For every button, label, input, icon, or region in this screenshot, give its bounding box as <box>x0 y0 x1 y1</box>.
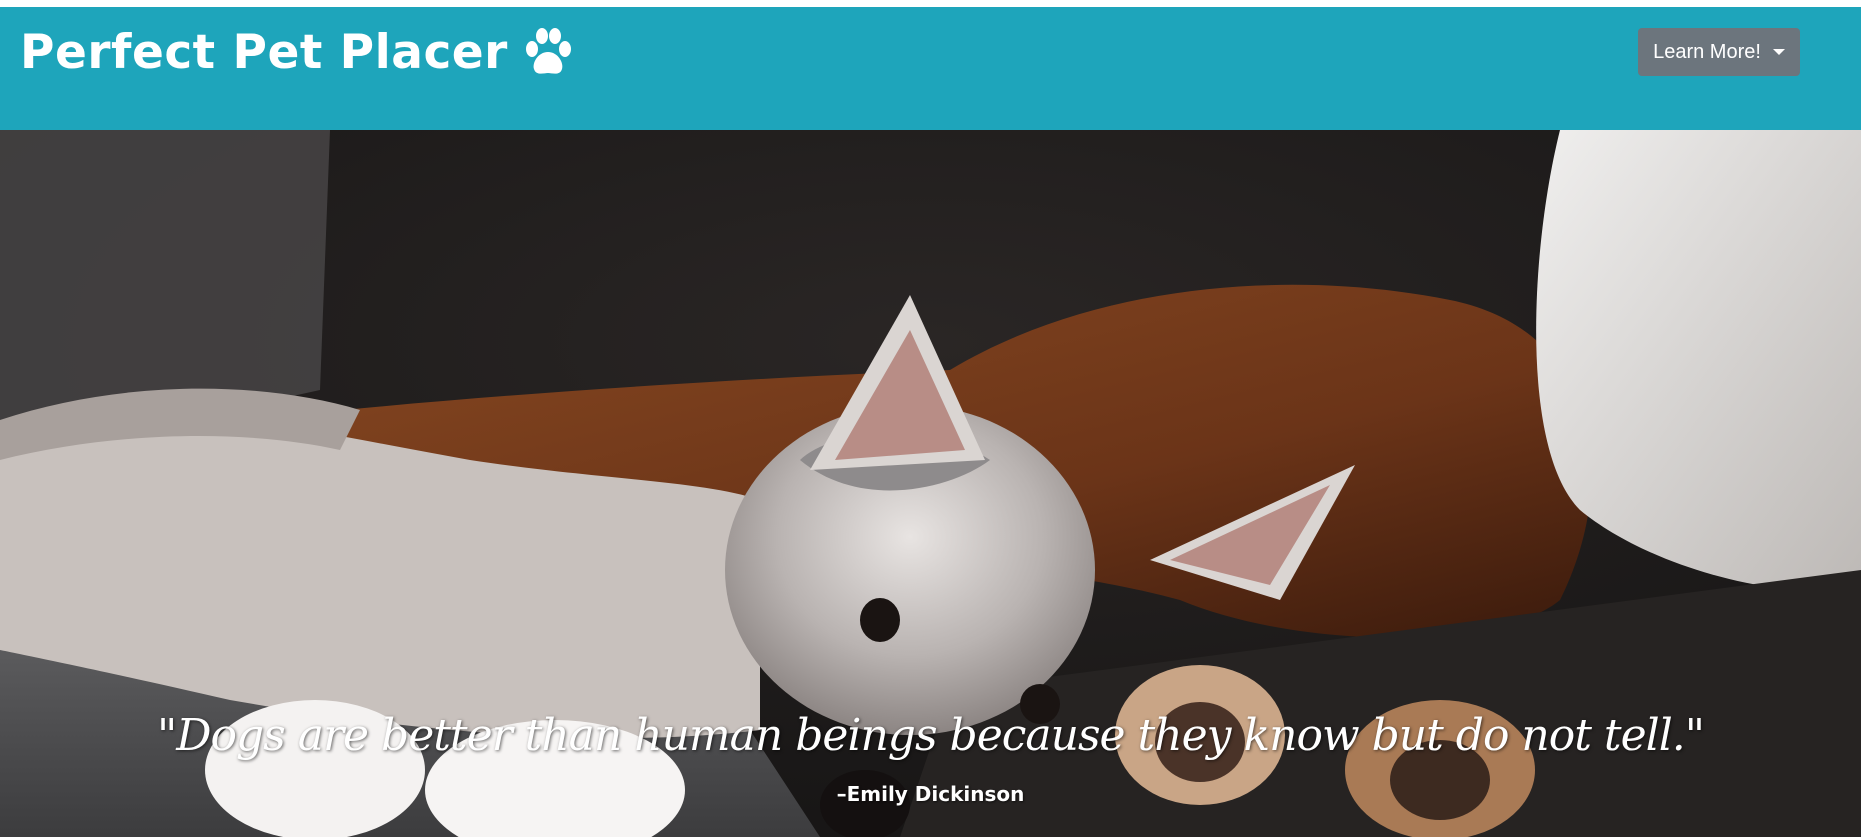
hero-banner: "Dogs are better than human beings becau… <box>0 130 1861 837</box>
learn-more-dropdown-button[interactable]: Learn More! <box>1638 28 1800 76</box>
hero-quote-author: –Emily Dickinson <box>836 782 1025 806</box>
brand[interactable]: Perfect Pet Placer <box>20 25 574 80</box>
paw-icon <box>522 27 574 79</box>
top-gap <box>0 0 1861 7</box>
hero-quote: "Dogs are better than human beings becau… <box>157 710 1705 761</box>
learn-more-label: Learn More! <box>1653 40 1761 63</box>
brand-title: Perfect Pet Placer <box>20 25 508 80</box>
navbar: Perfect Pet Placer Learn More! <box>0 7 1861 130</box>
caret-down-icon <box>1772 49 1785 55</box>
